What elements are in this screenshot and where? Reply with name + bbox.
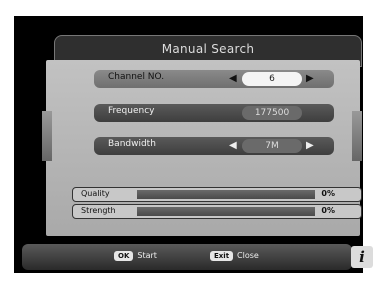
frequency-label: Frequency [108, 106, 155, 116]
quality-bar [137, 190, 315, 199]
osd-screen: Manual Search Channel NO. ◀ 6 ▶ Frequenc… [14, 16, 373, 273]
bandwidth-value: 7M [242, 139, 302, 153]
strength-meter: Strength 0% [72, 204, 362, 219]
panel-right-notch [352, 111, 362, 161]
ok-hint-label: Start [137, 251, 157, 260]
frequency-row[interactable]: Frequency 177500 [94, 104, 334, 122]
ok-hint[interactable]: OK Start [114, 251, 157, 261]
strength-bar [137, 207, 315, 216]
bandwidth-row[interactable]: Bandwidth ◀ 7M ▶ [94, 137, 334, 155]
footer-bar: OK Start Exit Close [22, 244, 352, 270]
quality-meter: Quality 0% [72, 187, 362, 202]
panel-left-notch [42, 111, 52, 161]
strength-label: Strength [81, 206, 116, 215]
ok-key: OK [114, 251, 134, 261]
bandwidth-left-arrow-icon[interactable]: ◀ [229, 139, 237, 153]
channel-label: Channel NO. [108, 72, 165, 82]
quality-label: Quality [81, 189, 110, 198]
bandwidth-right-arrow-icon[interactable]: ▶ [306, 139, 314, 153]
channel-right-arrow-icon[interactable]: ▶ [306, 72, 314, 86]
info-icon[interactable]: i [351, 246, 373, 268]
exit-hint-label: Close [237, 251, 259, 260]
frequency-value[interactable]: 177500 [242, 106, 302, 120]
exit-key: Exit [210, 251, 234, 261]
channel-row[interactable]: Channel NO. ◀ 6 ▶ [94, 70, 334, 88]
quality-value: 0% [321, 189, 335, 198]
page-title: Manual Search [161, 42, 255, 56]
strength-value: 0% [321, 206, 335, 215]
channel-left-arrow-icon[interactable]: ◀ [229, 72, 237, 86]
bandwidth-label: Bandwidth [108, 139, 156, 149]
exit-hint[interactable]: Exit Close [210, 251, 259, 261]
channel-value: 6 [242, 72, 302, 86]
